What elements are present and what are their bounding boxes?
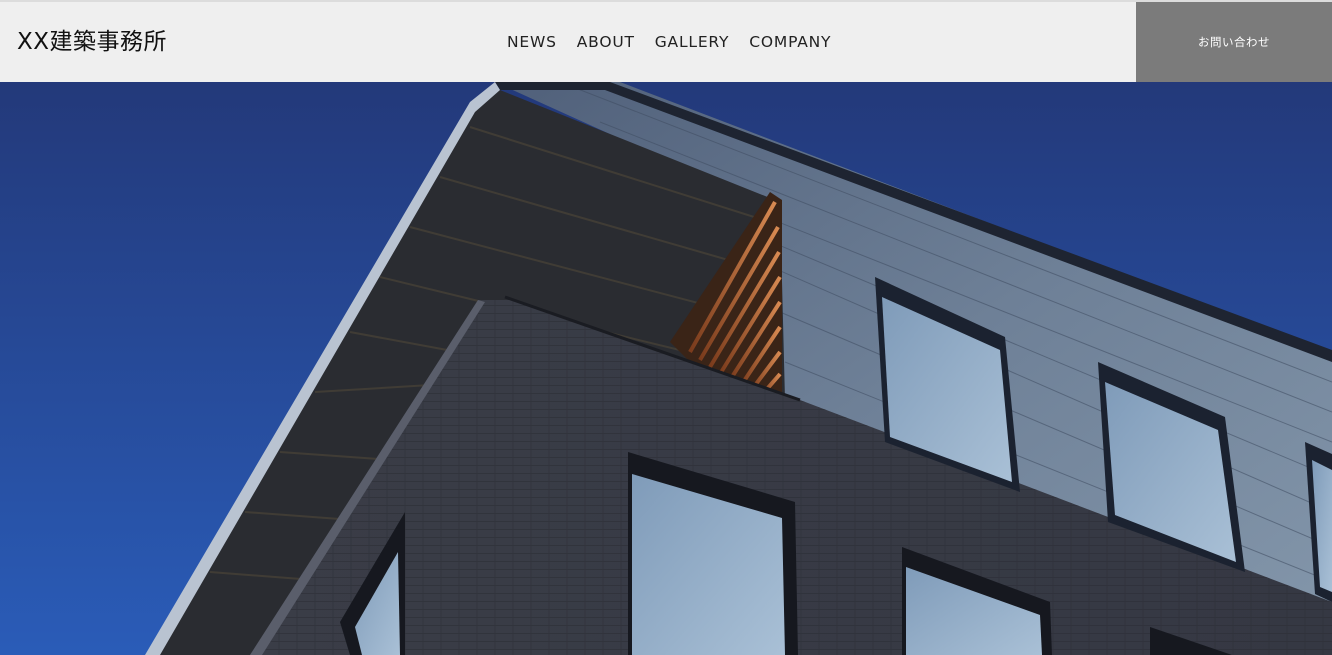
nav-company[interactable]: COMPANY <box>749 29 831 55</box>
contact-button[interactable]: お問い合わせ <box>1136 2 1332 82</box>
site-header: XX建築事務所 NEWS ABOUT GALLERY COMPANY お問い合わ… <box>0 2 1332 82</box>
main-nav: NEWS ABOUT GALLERY COMPANY <box>507 29 831 55</box>
nav-news[interactable]: NEWS <box>507 29 557 55</box>
site-logo[interactable]: XX建築事務所 <box>17 24 167 60</box>
nav-about[interactable]: ABOUT <box>577 29 635 55</box>
hero-image <box>0 82 1332 655</box>
nav-gallery[interactable]: GALLERY <box>655 29 730 55</box>
building-photo <box>0 82 1332 655</box>
